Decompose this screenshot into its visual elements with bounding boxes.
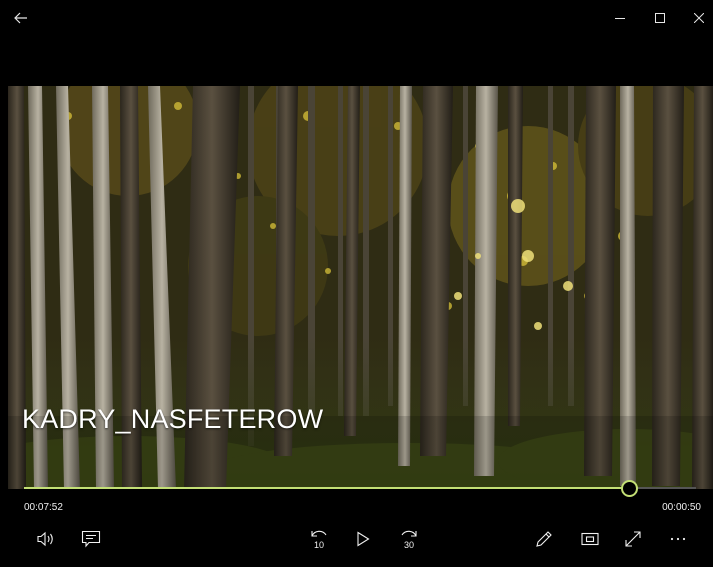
mini-view-button[interactable] [574, 526, 606, 552]
subtitles-icon [81, 530, 101, 548]
subtitles-button[interactable] [75, 526, 107, 552]
skip-back-button[interactable]: 10 [303, 526, 335, 552]
skip-forward-button[interactable]: 30 [393, 526, 425, 552]
skip-forward-label: 30 [404, 540, 414, 550]
maximize-button[interactable] [644, 0, 676, 36]
maximize-icon [655, 13, 665, 23]
close-button[interactable] [684, 0, 713, 36]
media-player-window: KADRY_NASFETEROW 00:07:52 00:00:50 10 30 [0, 0, 713, 567]
volume-icon [37, 531, 53, 547]
more-icon [670, 537, 686, 541]
skip-back-icon: 10 [311, 530, 327, 550]
seek-fill [24, 487, 629, 489]
close-icon [693, 13, 704, 23]
back-button[interactable] [6, 0, 36, 36]
remaining-time: 00:00:50 [662, 502, 701, 513]
skip-back-label: 10 [314, 540, 324, 550]
fullscreen-button[interactable] [617, 526, 649, 552]
minimize-icon [615, 18, 625, 19]
edit-button[interactable] [528, 526, 560, 552]
seek-bar[interactable] [24, 480, 696, 497]
video-frame[interactable]: KADRY_NASFETEROW [8, 86, 713, 489]
title-bar [0, 0, 713, 36]
play-icon [357, 531, 370, 547]
back-arrow-icon [14, 12, 27, 24]
elapsed-time: 00:07:52 [24, 502, 63, 513]
seek-thumb[interactable] [620, 480, 638, 497]
more-options-button[interactable] [662, 526, 694, 552]
minimize-button[interactable] [604, 0, 636, 36]
video-title: KADRY_NASFETEROW [22, 404, 324, 434]
fullscreen-icon [625, 531, 641, 547]
pencil-icon [536, 531, 552, 547]
volume-button[interactable] [30, 526, 62, 552]
skip-forward-icon: 30 [401, 530, 417, 550]
play-button[interactable] [347, 526, 379, 552]
mini-view-icon [581, 532, 599, 546]
